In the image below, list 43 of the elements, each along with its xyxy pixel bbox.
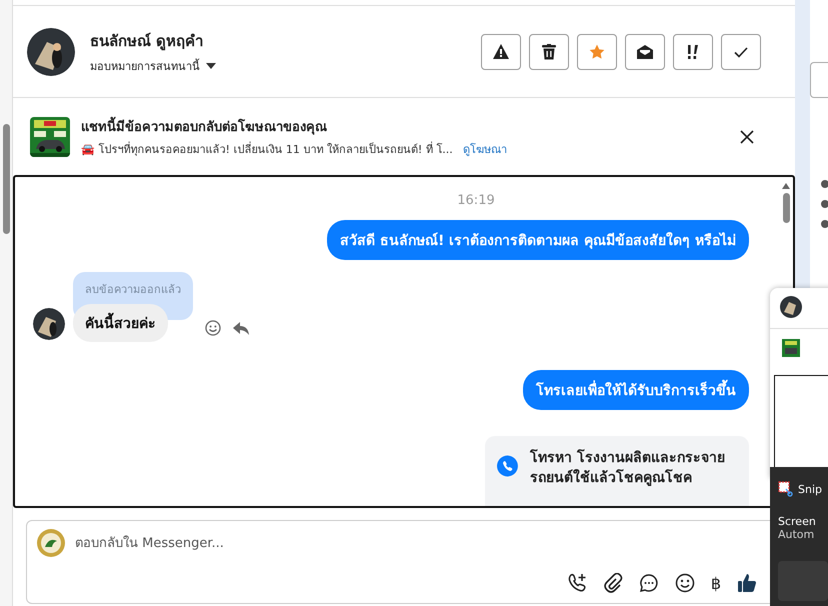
mark-read-button[interactable] — [625, 34, 665, 70]
notification-title: Screen — [778, 515, 817, 528]
envelope-icon — [636, 44, 654, 60]
scrollbar-thumb[interactable] — [3, 124, 10, 234]
scroll-up-icon[interactable] — [782, 183, 790, 189]
caret-icon — [206, 62, 216, 68]
scrollbar-thumb[interactable] — [782, 193, 790, 223]
star-icon — [589, 44, 605, 60]
avatar-icon — [780, 296, 802, 318]
payment-button[interactable]: ฿ — [708, 571, 723, 595]
warning-button[interactable] — [481, 34, 521, 70]
timestamp: 16:19 — [456, 193, 496, 208]
sent-message: โทรเลยเพื่อให้ได้รับบริการเร็วขึ้น — [523, 370, 749, 410]
call-card[interactable]: โทรหา โรงงานผลิตและกระจายรถยนต์ใช้แล้วโชคคูณโชค — [485, 436, 749, 506]
ad-title: แชทนี้มีข้อความตอบกลับต่อโฆษณาของคุณ — [81, 116, 507, 136]
delete-button[interactable] — [529, 34, 569, 70]
list-icon — [821, 180, 828, 188]
reply-icon[interactable] — [233, 322, 249, 336]
contact-avatar — [27, 28, 75, 76]
notification-text: Autom — [778, 528, 816, 541]
card-title: โทรหา โรงงานผลิตและกระจายรถยนต์ใช้แล้วโชคคูณโชค — [530, 448, 726, 488]
thumbs-up-icon[interactable] — [735, 571, 759, 595]
scissors-icon — [778, 481, 794, 497]
page-logo — [37, 529, 65, 557]
app-name: Snip — [798, 482, 822, 496]
done-button[interactable] — [721, 34, 761, 70]
warning-icon — [493, 44, 509, 59]
star-button[interactable] — [577, 34, 617, 70]
sent-message: สวัสดี ธนลักษณ์! เราต้องการติดตามผล คุณมีข้อสงสัยใดๆ หรือไม่ — [327, 220, 749, 260]
view-ad-link[interactable]: ดูโฆษณา — [462, 140, 507, 158]
ad-snippet: 🚘 โปรฯที่ทุกคนรอคอยมาแล้ว! เปลี่ยนเงิน 11 บาท ให้กลายเป็นรถยนต์! ที่ โ... — [81, 140, 453, 158]
notification-toast[interactable]: Snip Screen Autom — [770, 467, 828, 606]
assign-dropdown[interactable]: มอบหมายการสนทนานี้ — [90, 56, 216, 74]
contact-name: ธนลักษณ์ ดูหฤคำ — [90, 30, 204, 52]
priority-button[interactable] — [673, 34, 713, 70]
trash-icon — [542, 44, 556, 60]
input-field[interactable] — [810, 62, 828, 98]
exclamation-icon — [685, 44, 701, 60]
list-icon — [821, 200, 828, 208]
close-icon — [740, 130, 754, 144]
received-message: คันนี้สวยค่ะ — [73, 304, 168, 342]
list-icon — [821, 220, 828, 228]
sender-avatar — [33, 308, 65, 340]
